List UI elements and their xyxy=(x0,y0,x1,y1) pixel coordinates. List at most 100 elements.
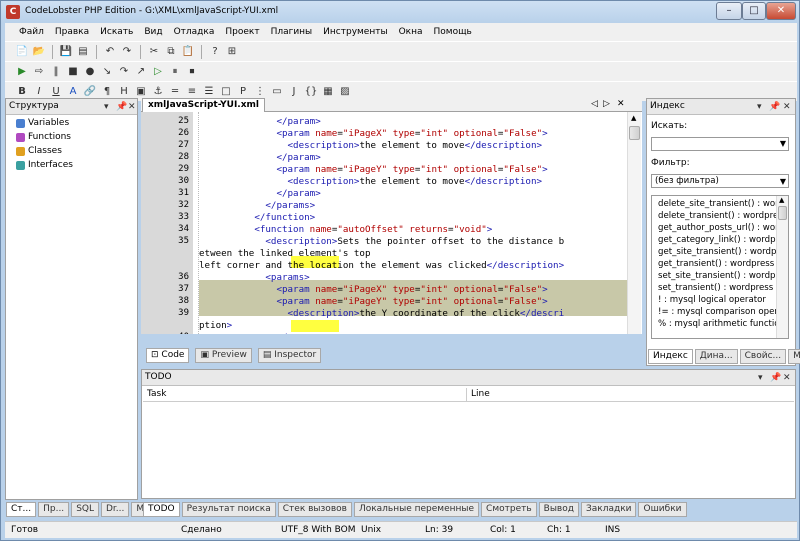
undo-icon[interactable]: ↶ xyxy=(103,45,117,59)
menu-windows[interactable]: Окна xyxy=(399,27,423,37)
tab-preview[interactable]: ▣ Preview xyxy=(195,348,252,363)
index-list-item[interactable]: get_site_transient() : wordpres xyxy=(658,246,788,258)
tab-next-icon[interactable]: ▷ xyxy=(603,99,610,109)
index-scrollbar[interactable]: ▲ xyxy=(776,196,788,338)
index-list-item[interactable]: get_author_posts_url() : wordpr xyxy=(658,222,788,234)
pin-icon[interactable]: 📌 xyxy=(769,100,780,115)
tab-local-variables[interactable]: Локальные переменные xyxy=(353,502,480,517)
tab-drivers[interactable]: Dr... xyxy=(101,502,130,517)
debug-stop-icon[interactable]: ⏹ xyxy=(185,65,199,79)
minimize-button[interactable]: – xyxy=(716,2,742,20)
js-icon[interactable]: J xyxy=(287,85,301,99)
menu-debug[interactable]: Отладка xyxy=(174,27,215,37)
pin-icon[interactable]: 📌 xyxy=(770,371,781,386)
tab-properties[interactable]: Свойс... xyxy=(739,349,787,364)
column-task[interactable]: Task xyxy=(147,389,166,399)
tree-item-variables[interactable]: Variables xyxy=(16,118,69,128)
menu-plugins[interactable]: Плагины xyxy=(271,27,313,37)
image-icon[interactable]: ▣ xyxy=(134,85,148,99)
menu-edit[interactable]: Правка xyxy=(55,27,89,37)
underline-icon[interactable]: U xyxy=(49,85,63,99)
breakpoint-icon[interactable]: ● xyxy=(83,65,97,79)
close-icon[interactable]: ✕ xyxy=(783,100,791,115)
tab-index[interactable]: Индекс xyxy=(648,349,693,364)
scroll-up-icon[interactable]: ▲ xyxy=(631,114,636,122)
filter-select[interactable]: (без фильтра) ▼ xyxy=(651,174,789,188)
menu-project[interactable]: Проект xyxy=(225,27,259,37)
tab-prev-icon[interactable]: ◁ xyxy=(591,99,598,109)
chevron-down-icon[interactable]: ▼ xyxy=(780,176,786,188)
index-list[interactable]: delete_site_transient() : wordp delete_tr… xyxy=(651,195,789,339)
editor-scrollbar[interactable]: ▲ xyxy=(627,112,641,334)
close-button[interactable]: ✕ xyxy=(766,2,796,20)
menu-search[interactable]: Искать xyxy=(100,27,133,37)
align-left-icon[interactable]: ≡ xyxy=(185,85,199,99)
paste-icon[interactable]: 📋 xyxy=(181,45,195,59)
index-list-item[interactable]: get_category_link() : wordpress xyxy=(658,234,788,246)
dropdown-icon[interactable]: ▾ xyxy=(757,100,762,115)
column-line[interactable]: Line xyxy=(471,389,490,399)
box-icon[interactable]: □ xyxy=(219,85,233,99)
open-folder-icon[interactable]: 📂 xyxy=(32,45,46,59)
menu-tools[interactable]: Инструменты xyxy=(323,27,387,37)
code-editor[interactable]: 25 26 27 28 29 30 31 32 33 34 35 36 37 38 39 40 </param… xyxy=(141,112,642,334)
debug-pause-icon[interactable]: ⏸ xyxy=(168,65,182,79)
index-list-item[interactable]: get_transient() : wordpress xyxy=(658,258,774,270)
paragraph-icon[interactable]: ¶ xyxy=(100,85,114,99)
pause-icon[interactable]: ‖ xyxy=(49,65,63,79)
index-list-item[interactable]: delete_transient() : wordpress xyxy=(658,210,787,222)
tab-search-results[interactable]: Результат поиска xyxy=(181,502,276,517)
tab-sql[interactable]: SQL xyxy=(71,502,99,517)
copy-icon[interactable]: ⧉ xyxy=(164,45,178,59)
index-list-item[interactable]: set_transient() : wordpress xyxy=(658,282,773,294)
search-combo[interactable]: ▼ xyxy=(651,137,789,151)
save-icon[interactable]: 💾 xyxy=(59,45,73,59)
italic-icon[interactable]: I xyxy=(32,85,46,99)
maximize-button[interactable]: □ xyxy=(742,2,766,20)
heading-icon[interactable]: H xyxy=(117,85,131,99)
form-icon[interactable]: ▭ xyxy=(270,85,284,99)
index-list-item[interactable]: != : mysql comparison operat xyxy=(658,306,787,318)
dropdown-icon[interactable]: ▾ xyxy=(104,100,109,115)
tab-todo[interactable]: TODO xyxy=(143,502,180,517)
pre-icon[interactable]: P xyxy=(236,85,250,99)
cut-icon[interactable]: ✂ xyxy=(147,45,161,59)
redo-icon[interactable]: ↷ xyxy=(120,45,134,59)
continue-icon[interactable]: ▷ xyxy=(151,65,165,79)
help-icon[interactable]: ? xyxy=(208,45,222,59)
hr-icon[interactable]: ═ xyxy=(168,85,182,99)
tab-code[interactable]: ⊡ Code xyxy=(146,348,190,363)
index-list-item[interactable]: set_site_transient() : wordpres xyxy=(658,270,788,282)
dropdown-icon[interactable]: ▾ xyxy=(758,371,763,386)
close-icon[interactable]: ✕ xyxy=(128,100,136,115)
scroll-up-icon[interactable]: ▲ xyxy=(779,196,784,204)
run-browser-icon[interactable]: ⇨ xyxy=(32,65,46,79)
tab-errors[interactable]: Ошибки xyxy=(638,502,687,517)
tree-item-interfaces[interactable]: Interfaces xyxy=(16,160,73,170)
step-out-icon[interactable]: ↗ xyxy=(134,65,148,79)
close-icon[interactable]: ✕ xyxy=(783,371,791,386)
index-list-item[interactable]: ! : mysql logical operator xyxy=(658,294,766,306)
run-icon[interactable]: ▶ xyxy=(15,65,29,79)
save-all-icon[interactable]: ▤ xyxy=(76,45,90,59)
menu-view[interactable]: Вид xyxy=(144,27,162,37)
tree-item-functions[interactable]: Functions xyxy=(16,132,71,142)
tab-dynamic[interactable]: Дина... xyxy=(694,349,738,364)
index-list-item[interactable]: delete_site_transient() : wordp xyxy=(658,198,788,210)
font-color-icon[interactable]: A xyxy=(66,85,80,99)
editor-tab[interactable]: xmlJavaScript-YUI.xml xyxy=(142,98,265,112)
tab-bookmarks[interactable]: Закладки xyxy=(580,502,637,517)
index-list-item[interactable]: % : mysql arithmetic function xyxy=(658,318,785,330)
anchor-icon[interactable]: ⚓ xyxy=(151,85,165,99)
step-over-icon[interactable]: ↷ xyxy=(117,65,131,79)
tab-inspector[interactable]: ▤ Inspector xyxy=(257,348,322,363)
tab-project[interactable]: Пр... xyxy=(38,502,70,517)
grid-icon[interactable]: ⊞ xyxy=(225,45,239,59)
tree-item-classes[interactable]: Classes xyxy=(16,146,62,156)
tab-call-stack[interactable]: Стек вызовов xyxy=(277,502,352,517)
align-center-icon[interactable]: ☰ xyxy=(202,85,216,99)
tab-output[interactable]: Вывод xyxy=(538,502,579,517)
tab-structure[interactable]: Ст... xyxy=(6,502,37,517)
menu-file[interactable]: Файл xyxy=(19,27,44,37)
table-icon[interactable]: ▦ xyxy=(321,85,335,99)
